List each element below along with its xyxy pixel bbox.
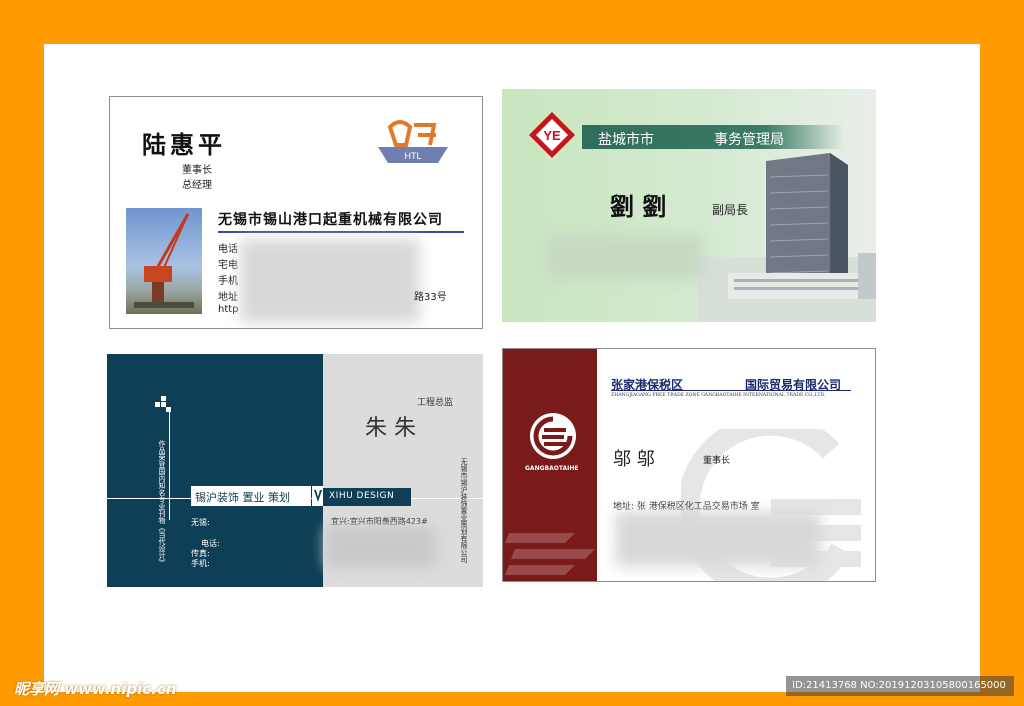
card1-title-gm: 总经理 <box>182 180 212 191</box>
site-watermark: 昵享网 www.nipic.cn <box>14 680 177 698</box>
card2-redacted-block <box>546 235 702 279</box>
card1-redacted-block <box>240 239 420 323</box>
card3-row-mobile: 手机: <box>191 559 210 568</box>
card3-vertical-line <box>169 410 170 520</box>
business-card-xihu-design: 作品荣登国内知名专业刊物《当代设计》 工程总监 朱 朱 锡沪装饰 置业 策划 X… <box>107 354 483 587</box>
card4-company-underline <box>611 390 851 391</box>
card3-vertical-text-left: 作品荣登国内知名专业刊物《当代设计》 <box>158 440 166 566</box>
card4-title: 董事长 <box>703 456 731 466</box>
card2-banner-left: 盐城市市 <box>598 132 654 148</box>
office-building-image <box>698 153 876 322</box>
card2-banner-right: 事务管理局 <box>714 132 784 148</box>
card1-address-tail: 路33号 <box>414 292 447 303</box>
business-card-gangbaotaihe: GANGBAOTAIHE 张家港保税区 国际贸易有限公司 ZHANGJIAGAN… <box>502 348 876 582</box>
svg-text:YE: YE <box>543 128 561 143</box>
gangbaotaihe-logo-icon <box>530 413 576 459</box>
card3-teal-panel <box>107 354 323 587</box>
crane-photo <box>126 208 202 314</box>
yancheng-emblem-icon: YE <box>529 112 575 158</box>
card3-title: 工程总监 <box>417 398 454 408</box>
business-card-yancheng: YE 盐城市市 事务管理局 劉 劉 副局長 <box>502 89 876 322</box>
business-card-luhuiping: 陆惠平 董事长 总经理 HTL 无锡市锡山港口起重机械有限公司 电话 宅电 手机… <box>109 96 483 329</box>
card1-row-address: 地址 <box>218 292 238 303</box>
card1-divider <box>218 231 464 233</box>
card3-name: 朱 朱 <box>365 416 416 441</box>
card3-brand: XIHU DESIGN <box>329 491 395 501</box>
card1-row-mobile: 手机 <box>218 276 238 287</box>
card4-logo-text: GANGBAOTAIHE <box>525 465 579 472</box>
card4-stripes-deco <box>505 533 595 575</box>
card3-row-wuxi: 无锡: <box>191 518 210 527</box>
card3-redacted-block <box>325 526 435 568</box>
card1-name: 陆惠平 <box>142 130 226 159</box>
card1-row-http: http <box>218 304 239 315</box>
card3-vertical-text-right: 无锡市锡沪装饰置业策划有限公司 <box>460 458 468 563</box>
id-text: ID:21413768 NO:20191203105800165000 <box>792 680 1006 691</box>
card1-row-phone: 电话 <box>218 244 238 255</box>
card4-company-en: ZHANGJIAGANG FREE TRADE ZONE GANGBAOTAIH… <box>611 393 826 398</box>
canvas: 陆惠平 董事长 总经理 HTL 无锡市锡山港口起重机械有限公司 电话 宅电 手机… <box>44 44 980 692</box>
card4-name: 邬 邬 <box>613 449 655 470</box>
crane-company-logo: HTL <box>378 120 448 163</box>
card1-company: 无锡市锡山港口起重机械有限公司 <box>218 212 443 228</box>
card2-name: 劉 劉 <box>610 192 667 221</box>
card1-row-home: 宅电 <box>218 260 238 271</box>
card3-slogan: 锡沪装饰 置业 策划 <box>195 491 290 504</box>
logo-text: HTL <box>404 151 421 161</box>
crane-image <box>134 213 194 308</box>
card1-title-chairman: 董事长 <box>182 165 212 176</box>
card4-redacted-block <box>615 511 821 567</box>
